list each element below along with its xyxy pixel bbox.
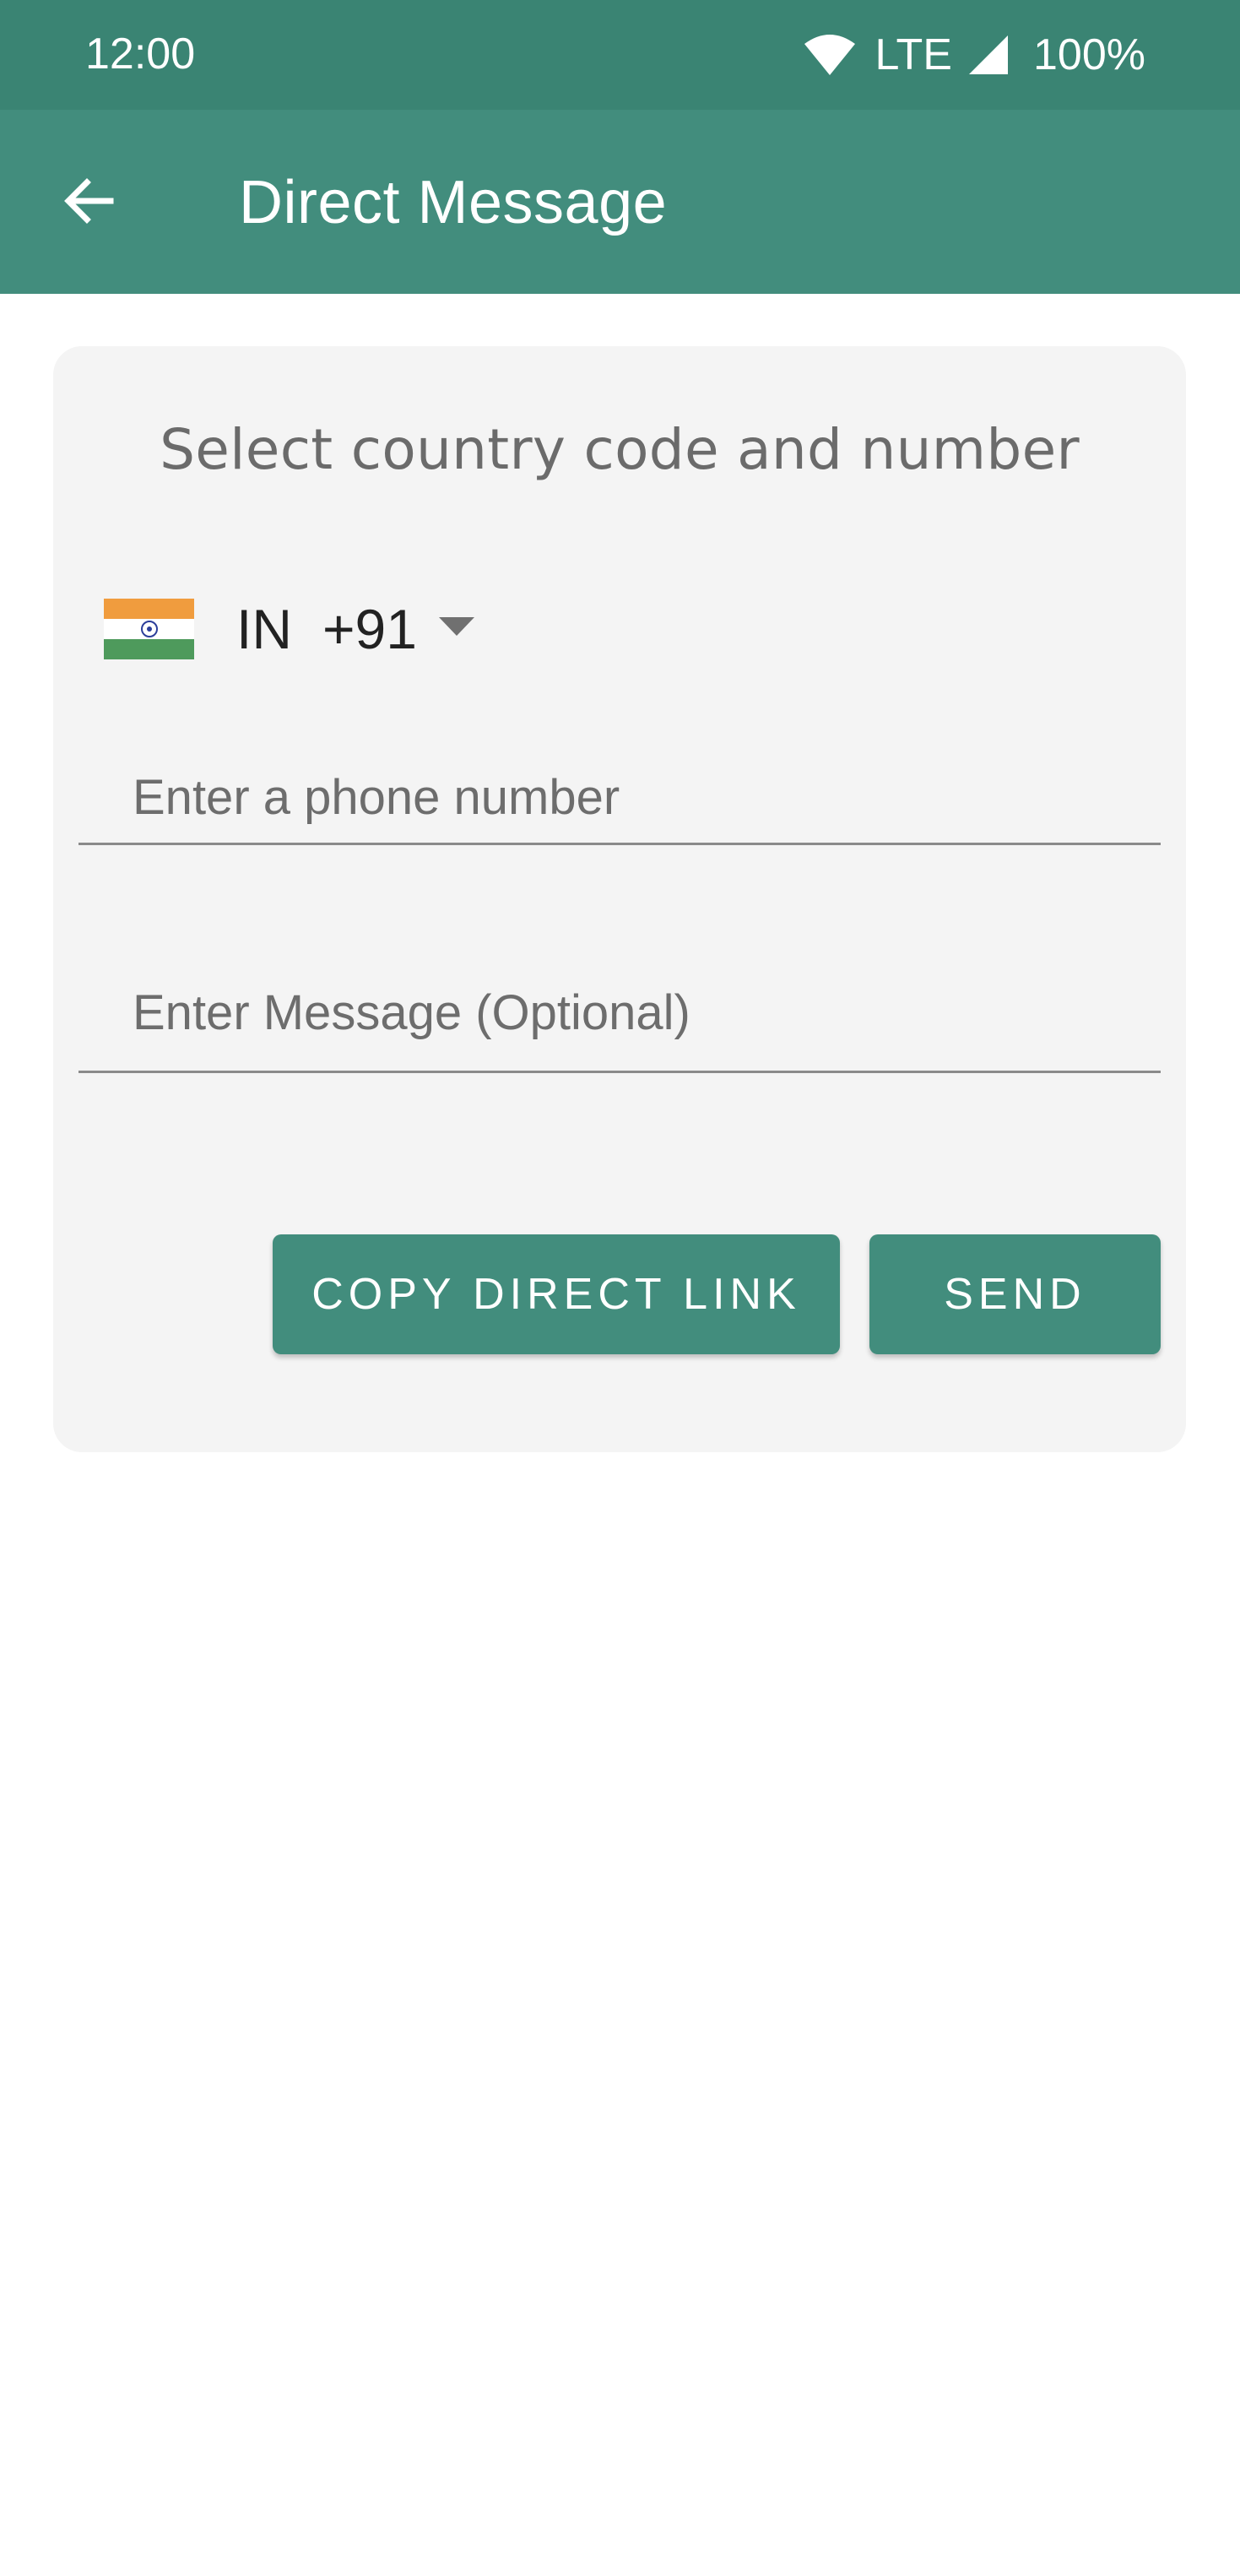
- status-icons: LTE 100%: [804, 25, 1145, 84]
- copy-direct-link-button[interactable]: COPY DIRECT LINK: [273, 1234, 840, 1354]
- page-title: Direct Message: [239, 169, 668, 236]
- phone-number-field: [79, 751, 1161, 845]
- app-bar: Direct Message: [0, 110, 1240, 294]
- wifi-icon: [804, 34, 856, 76]
- india-flag-icon: [104, 599, 194, 659]
- message-input[interactable]: [79, 954, 1161, 1071]
- country-code-picker[interactable]: IN +91: [104, 583, 474, 675]
- dial-code-label: +91: [322, 598, 417, 660]
- send-button[interactable]: SEND: [869, 1234, 1161, 1354]
- direct-message-card: Select country code and number IN +91 CO…: [53, 346, 1186, 1452]
- dropdown-arrow-icon: [438, 616, 474, 642]
- network-type-label: LTE: [874, 30, 952, 79]
- message-field: [79, 954, 1161, 1073]
- arrow-back-icon: [62, 174, 116, 232]
- back-button[interactable]: [42, 156, 135, 249]
- card-heading: Select country code and number: [160, 417, 1080, 482]
- country-iso-label: IN: [236, 598, 292, 660]
- status-bar: 12:00 LTE 100%: [0, 0, 1240, 110]
- phone-number-input[interactable]: [79, 751, 1161, 843]
- cell-signal-icon: [967, 34, 1010, 76]
- status-time: 12:00: [85, 30, 196, 79]
- battery-level-label: 100%: [1033, 30, 1145, 79]
